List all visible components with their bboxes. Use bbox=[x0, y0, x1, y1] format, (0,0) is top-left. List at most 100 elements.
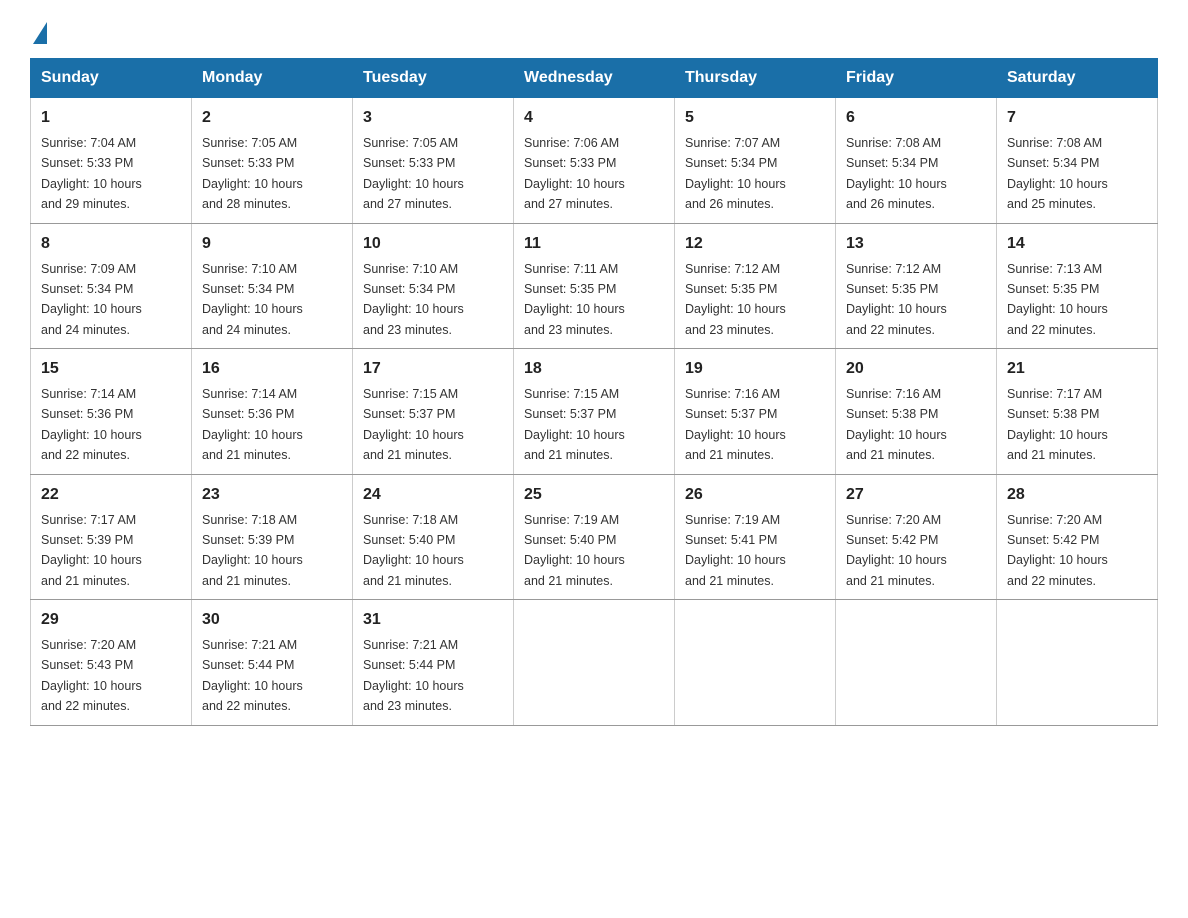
calendar-cell: 23 Sunrise: 7:18 AMSunset: 5:39 PMDaylig… bbox=[192, 474, 353, 600]
calendar-cell: 11 Sunrise: 7:11 AMSunset: 5:35 PMDaylig… bbox=[514, 223, 675, 349]
day-info: Sunrise: 7:11 AMSunset: 5:35 PMDaylight:… bbox=[524, 262, 625, 337]
day-number: 12 bbox=[685, 232, 825, 256]
calendar-cell: 25 Sunrise: 7:19 AMSunset: 5:40 PMDaylig… bbox=[514, 474, 675, 600]
day-info: Sunrise: 7:15 AMSunset: 5:37 PMDaylight:… bbox=[363, 387, 464, 462]
day-info: Sunrise: 7:21 AMSunset: 5:44 PMDaylight:… bbox=[363, 638, 464, 713]
day-number: 10 bbox=[363, 232, 503, 256]
calendar-cell: 12 Sunrise: 7:12 AMSunset: 5:35 PMDaylig… bbox=[675, 223, 836, 349]
day-info: Sunrise: 7:08 AMSunset: 5:34 PMDaylight:… bbox=[846, 136, 947, 211]
calendar-cell: 21 Sunrise: 7:17 AMSunset: 5:38 PMDaylig… bbox=[997, 349, 1158, 475]
calendar-week-row: 15 Sunrise: 7:14 AMSunset: 5:36 PMDaylig… bbox=[31, 349, 1158, 475]
weekday-header-monday: Monday bbox=[192, 59, 353, 98]
calendar-week-row: 22 Sunrise: 7:17 AMSunset: 5:39 PMDaylig… bbox=[31, 474, 1158, 600]
calendar-cell: 30 Sunrise: 7:21 AMSunset: 5:44 PMDaylig… bbox=[192, 600, 353, 726]
day-number: 16 bbox=[202, 357, 342, 381]
day-number: 22 bbox=[41, 483, 181, 507]
day-info: Sunrise: 7:16 AMSunset: 5:37 PMDaylight:… bbox=[685, 387, 786, 462]
day-info: Sunrise: 7:18 AMSunset: 5:40 PMDaylight:… bbox=[363, 513, 464, 588]
logo bbox=[30, 20, 47, 40]
weekday-header-saturday: Saturday bbox=[997, 59, 1158, 98]
day-info: Sunrise: 7:07 AMSunset: 5:34 PMDaylight:… bbox=[685, 136, 786, 211]
day-info: Sunrise: 7:21 AMSunset: 5:44 PMDaylight:… bbox=[202, 638, 303, 713]
day-number: 5 bbox=[685, 106, 825, 130]
day-number: 21 bbox=[1007, 357, 1147, 381]
calendar-cell: 10 Sunrise: 7:10 AMSunset: 5:34 PMDaylig… bbox=[353, 223, 514, 349]
day-number: 31 bbox=[363, 608, 503, 632]
day-info: Sunrise: 7:05 AMSunset: 5:33 PMDaylight:… bbox=[363, 136, 464, 211]
day-number: 4 bbox=[524, 106, 664, 130]
day-number: 2 bbox=[202, 106, 342, 130]
day-number: 11 bbox=[524, 232, 664, 256]
calendar-cell: 22 Sunrise: 7:17 AMSunset: 5:39 PMDaylig… bbox=[31, 474, 192, 600]
calendar-cell: 18 Sunrise: 7:15 AMSunset: 5:37 PMDaylig… bbox=[514, 349, 675, 475]
day-number: 30 bbox=[202, 608, 342, 632]
calendar-cell: 26 Sunrise: 7:19 AMSunset: 5:41 PMDaylig… bbox=[675, 474, 836, 600]
calendar-cell: 3 Sunrise: 7:05 AMSunset: 5:33 PMDayligh… bbox=[353, 98, 514, 224]
calendar-cell: 28 Sunrise: 7:20 AMSunset: 5:42 PMDaylig… bbox=[997, 474, 1158, 600]
calendar-cell: 13 Sunrise: 7:12 AMSunset: 5:35 PMDaylig… bbox=[836, 223, 997, 349]
calendar-cell: 6 Sunrise: 7:08 AMSunset: 5:34 PMDayligh… bbox=[836, 98, 997, 224]
day-number: 20 bbox=[846, 357, 986, 381]
day-info: Sunrise: 7:09 AMSunset: 5:34 PMDaylight:… bbox=[41, 262, 142, 337]
page-header bbox=[30, 20, 1158, 40]
day-info: Sunrise: 7:12 AMSunset: 5:35 PMDaylight:… bbox=[846, 262, 947, 337]
day-number: 28 bbox=[1007, 483, 1147, 507]
day-info: Sunrise: 7:08 AMSunset: 5:34 PMDaylight:… bbox=[1007, 136, 1108, 211]
day-number: 27 bbox=[846, 483, 986, 507]
calendar-week-row: 1 Sunrise: 7:04 AMSunset: 5:33 PMDayligh… bbox=[31, 98, 1158, 224]
day-number: 13 bbox=[846, 232, 986, 256]
day-number: 1 bbox=[41, 106, 181, 130]
calendar-cell: 5 Sunrise: 7:07 AMSunset: 5:34 PMDayligh… bbox=[675, 98, 836, 224]
calendar-cell: 29 Sunrise: 7:20 AMSunset: 5:43 PMDaylig… bbox=[31, 600, 192, 726]
day-info: Sunrise: 7:06 AMSunset: 5:33 PMDaylight:… bbox=[524, 136, 625, 211]
day-info: Sunrise: 7:14 AMSunset: 5:36 PMDaylight:… bbox=[41, 387, 142, 462]
day-number: 29 bbox=[41, 608, 181, 632]
day-number: 6 bbox=[846, 106, 986, 130]
day-number: 26 bbox=[685, 483, 825, 507]
day-number: 8 bbox=[41, 232, 181, 256]
day-info: Sunrise: 7:17 AMSunset: 5:38 PMDaylight:… bbox=[1007, 387, 1108, 462]
day-number: 19 bbox=[685, 357, 825, 381]
calendar-cell: 14 Sunrise: 7:13 AMSunset: 5:35 PMDaylig… bbox=[997, 223, 1158, 349]
calendar-cell: 4 Sunrise: 7:06 AMSunset: 5:33 PMDayligh… bbox=[514, 98, 675, 224]
day-info: Sunrise: 7:20 AMSunset: 5:42 PMDaylight:… bbox=[846, 513, 947, 588]
calendar-cell: 24 Sunrise: 7:18 AMSunset: 5:40 PMDaylig… bbox=[353, 474, 514, 600]
day-number: 23 bbox=[202, 483, 342, 507]
day-info: Sunrise: 7:16 AMSunset: 5:38 PMDaylight:… bbox=[846, 387, 947, 462]
calendar-week-row: 29 Sunrise: 7:20 AMSunset: 5:43 PMDaylig… bbox=[31, 600, 1158, 726]
day-info: Sunrise: 7:17 AMSunset: 5:39 PMDaylight:… bbox=[41, 513, 142, 588]
day-info: Sunrise: 7:10 AMSunset: 5:34 PMDaylight:… bbox=[363, 262, 464, 337]
day-info: Sunrise: 7:19 AMSunset: 5:41 PMDaylight:… bbox=[685, 513, 786, 588]
calendar-header-row: SundayMondayTuesdayWednesdayThursdayFrid… bbox=[31, 59, 1158, 98]
day-number: 24 bbox=[363, 483, 503, 507]
day-number: 15 bbox=[41, 357, 181, 381]
day-info: Sunrise: 7:12 AMSunset: 5:35 PMDaylight:… bbox=[685, 262, 786, 337]
day-info: Sunrise: 7:20 AMSunset: 5:42 PMDaylight:… bbox=[1007, 513, 1108, 588]
weekday-header-tuesday: Tuesday bbox=[353, 59, 514, 98]
calendar-cell: 15 Sunrise: 7:14 AMSunset: 5:36 PMDaylig… bbox=[31, 349, 192, 475]
calendar-cell bbox=[675, 600, 836, 726]
calendar-cell: 1 Sunrise: 7:04 AMSunset: 5:33 PMDayligh… bbox=[31, 98, 192, 224]
weekday-header-thursday: Thursday bbox=[675, 59, 836, 98]
calendar-cell: 16 Sunrise: 7:14 AMSunset: 5:36 PMDaylig… bbox=[192, 349, 353, 475]
calendar-cell bbox=[836, 600, 997, 726]
calendar-cell: 7 Sunrise: 7:08 AMSunset: 5:34 PMDayligh… bbox=[997, 98, 1158, 224]
weekday-header-wednesday: Wednesday bbox=[514, 59, 675, 98]
calendar-cell bbox=[997, 600, 1158, 726]
day-number: 14 bbox=[1007, 232, 1147, 256]
day-info: Sunrise: 7:19 AMSunset: 5:40 PMDaylight:… bbox=[524, 513, 625, 588]
calendar-week-row: 8 Sunrise: 7:09 AMSunset: 5:34 PMDayligh… bbox=[31, 223, 1158, 349]
calendar-cell: 2 Sunrise: 7:05 AMSunset: 5:33 PMDayligh… bbox=[192, 98, 353, 224]
calendar-cell: 20 Sunrise: 7:16 AMSunset: 5:38 PMDaylig… bbox=[836, 349, 997, 475]
day-info: Sunrise: 7:13 AMSunset: 5:35 PMDaylight:… bbox=[1007, 262, 1108, 337]
day-number: 3 bbox=[363, 106, 503, 130]
day-info: Sunrise: 7:18 AMSunset: 5:39 PMDaylight:… bbox=[202, 513, 303, 588]
day-number: 25 bbox=[524, 483, 664, 507]
calendar-cell: 17 Sunrise: 7:15 AMSunset: 5:37 PMDaylig… bbox=[353, 349, 514, 475]
day-info: Sunrise: 7:04 AMSunset: 5:33 PMDaylight:… bbox=[41, 136, 142, 211]
day-number: 9 bbox=[202, 232, 342, 256]
calendar-cell: 19 Sunrise: 7:16 AMSunset: 5:37 PMDaylig… bbox=[675, 349, 836, 475]
day-info: Sunrise: 7:20 AMSunset: 5:43 PMDaylight:… bbox=[41, 638, 142, 713]
weekday-header-sunday: Sunday bbox=[31, 59, 192, 98]
day-info: Sunrise: 7:05 AMSunset: 5:33 PMDaylight:… bbox=[202, 136, 303, 211]
